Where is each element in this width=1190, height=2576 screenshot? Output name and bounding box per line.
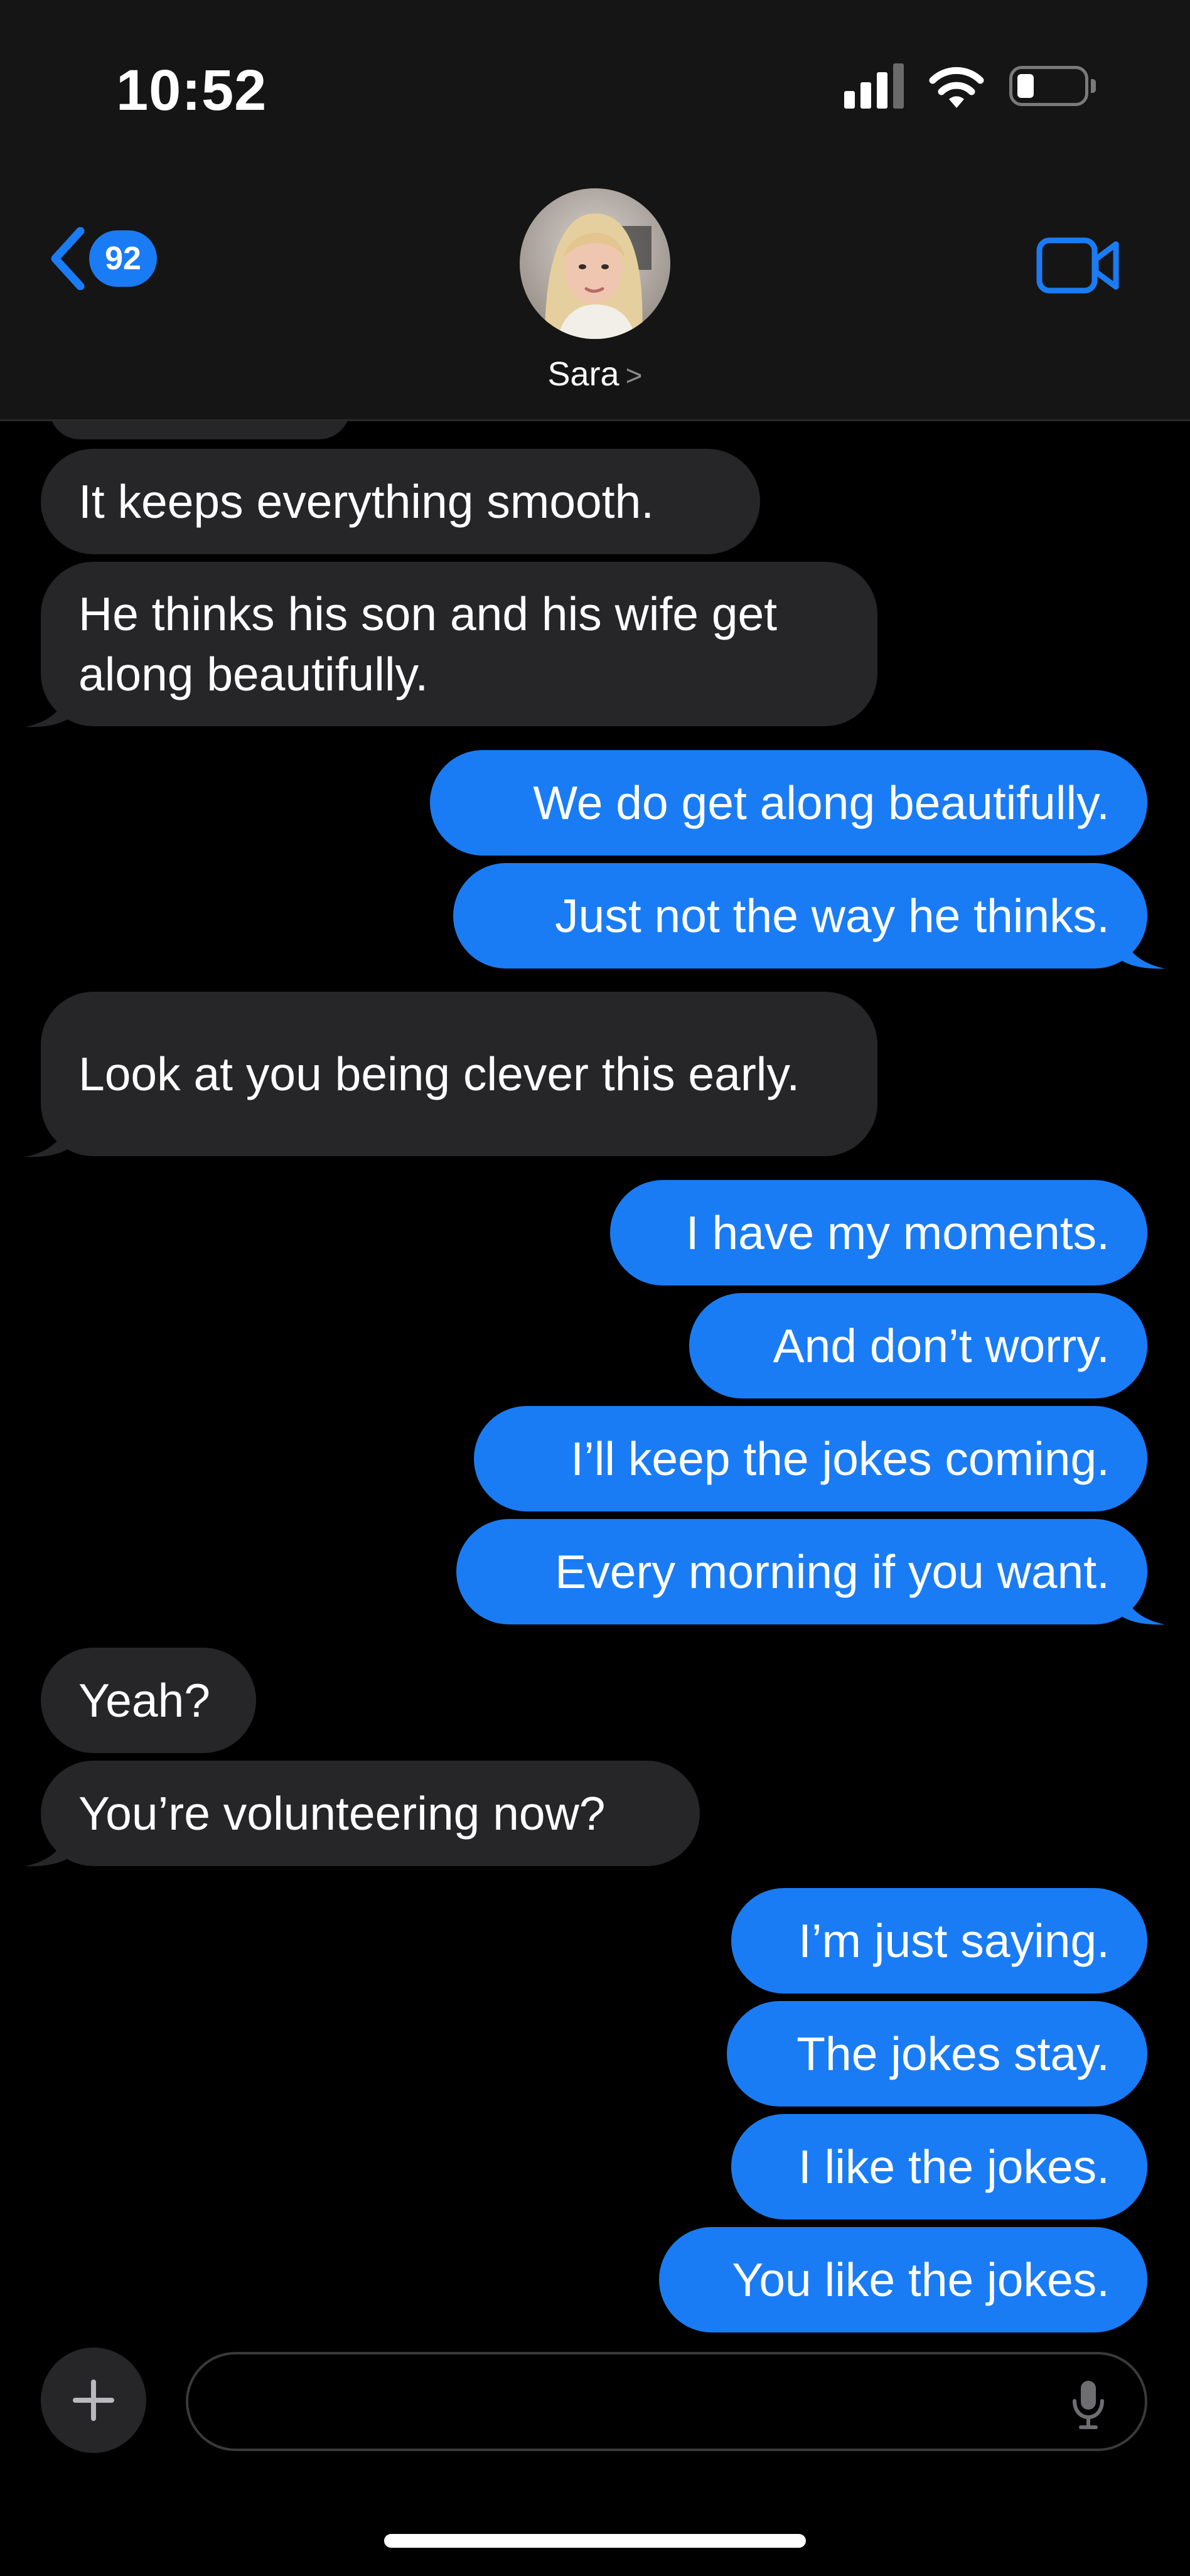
contact-name[interactable]: Sara >	[0, 355, 1190, 394]
bubble-tail	[25, 1120, 75, 1157]
message-bubble-outgoing[interactable]: I’ll keep the jokes coming.	[474, 1406, 1147, 1511]
message-text: And don’t worry.	[773, 1319, 1110, 1372]
message-bubble-outgoing[interactable]: Just not the way he thinks.	[453, 863, 1147, 969]
wifi-icon	[929, 67, 984, 108]
message-bubble-outgoing[interactable]: I like the jokes.	[731, 2114, 1147, 2219]
message-text: He thinks his son and his wife get along…	[78, 588, 778, 700]
bubble-tail	[1115, 1588, 1165, 1625]
message-bubble-outgoing[interactable]: I’m just saying.	[731, 1888, 1147, 1994]
message-text: Look at you being clever this early.	[78, 1048, 800, 1100]
message-text: The jokes stay.	[796, 2027, 1110, 2080]
message-text: It keeps everything smooth.	[78, 475, 655, 528]
message-text: You’re volunteering now?	[78, 1787, 606, 1840]
message-bubble-outgoing[interactable]: I have my moments.	[610, 1180, 1147, 1285]
back-chevron-icon	[51, 227, 85, 290]
message-text: Just not the way he thinks.	[555, 889, 1110, 942]
message-bubble-outgoing[interactable]: The jokes stay.	[727, 2001, 1147, 2106]
message-text: I like the jokes.	[798, 2140, 1110, 2193]
message-bubble-incoming[interactable]: Yeah?	[41, 1648, 256, 1753]
message-text: Every morning if you want.	[555, 1545, 1110, 1598]
signal-icon	[844, 63, 904, 109]
message-text: I’m just saying.	[798, 1914, 1110, 1967]
bubble-tail	[1115, 932, 1165, 969]
add-attachment-button[interactable]	[41, 2348, 146, 2453]
message-bubble-outgoing[interactable]: And don’t worry.	[689, 1293, 1147, 1398]
message-bubble-outgoing[interactable]: You like the jokes.	[659, 2227, 1147, 2332]
video-camera-icon	[1036, 237, 1119, 294]
bubble-tail	[25, 1830, 75, 1867]
message-bubble-incoming[interactable]: Look at you being clever this early.	[41, 992, 877, 1156]
message-bubble-outgoing[interactable]: Every morning if you want.	[456, 1519, 1147, 1624]
message-bubble-incoming[interactable]: You’re volunteering now?	[41, 1761, 700, 1866]
bubble-tail	[25, 690, 75, 727]
microphone-icon[interactable]	[1069, 2378, 1107, 2431]
chevron-right-icon: >	[625, 359, 643, 392]
message-text: I have my moments.	[685, 1206, 1110, 1259]
avatar[interactable]	[520, 188, 670, 339]
battery-icon	[1009, 66, 1096, 106]
video-call-button[interactable]	[1036, 235, 1121, 299]
home-indicator[interactable]	[384, 2534, 806, 2548]
message-bubble-incoming[interactable]: It keeps everything smooth.	[41, 449, 760, 554]
status-time: 10:52	[116, 58, 267, 122]
plus-icon	[73, 2380, 114, 2421]
message-input[interactable]	[186, 2352, 1147, 2451]
message-text: We do get along beautifully.	[533, 776, 1110, 829]
message-text: You like the jokes.	[732, 2253, 1110, 2306]
conversation-header: 10:52 92 Sara >	[0, 0, 1190, 421]
message-bubble-outgoing[interactable]: We do get along beautifully.	[430, 750, 1147, 856]
unread-count-badge: 92	[89, 230, 157, 287]
message-text: I’ll keep the jokes coming.	[571, 1432, 1110, 1485]
status-icons	[844, 63, 1096, 109]
message-text: Yeah?	[78, 1674, 210, 1727]
back-button[interactable]: 92	[49, 227, 157, 290]
message-bubble-incoming[interactable]: He thinks his son and his wife get along…	[41, 562, 877, 726]
